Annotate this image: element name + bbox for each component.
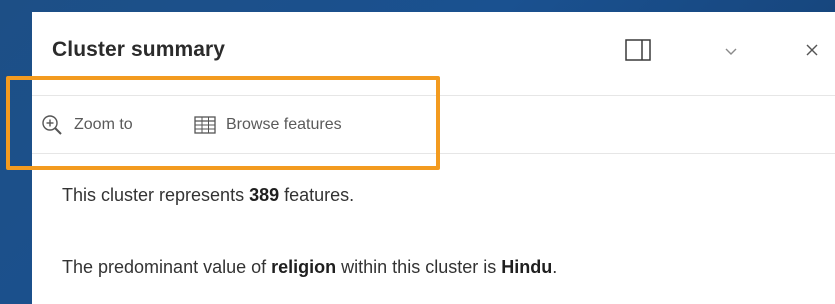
feature-count: 389 — [249, 185, 280, 205]
zoom-to-label: Zoom to — [74, 116, 133, 133]
predominant-suffix: . — [552, 257, 558, 277]
predominant-value-text: The predominant value of religion within… — [62, 257, 557, 278]
popup-actions-bar: Zoom to Browse features — [32, 96, 835, 154]
cluster-count-prefix: This cluster represents — [62, 185, 250, 205]
cluster-count-suffix: features. — [279, 185, 355, 205]
cluster-popup-panel: Cluster summary Zoom to Browse features … — [32, 12, 835, 304]
dock-icon — [625, 38, 651, 66]
zoom-in-icon — [40, 113, 64, 137]
predominant-middle: within this cluster is — [336, 257, 502, 277]
predominant-prefix: The predominant value of — [62, 257, 272, 277]
chevron-down-icon — [724, 43, 738, 61]
close-button[interactable] — [794, 34, 830, 70]
field-name: religion — [271, 257, 337, 277]
predominant-value: Hindu — [501, 257, 553, 277]
table-icon — [194, 115, 216, 135]
close-icon — [805, 43, 819, 62]
cluster-count-text: This cluster represents 389 features. — [62, 185, 354, 206]
collapse-button[interactable] — [713, 34, 749, 70]
popup-header: Cluster summary — [32, 12, 835, 96]
zoom-to-button[interactable]: Zoom to — [40, 112, 133, 138]
browse-features-button[interactable]: Browse features — [194, 112, 342, 138]
dock-button[interactable] — [620, 34, 656, 70]
browse-features-label: Browse features — [226, 116, 342, 133]
popup-title: Cluster summary — [52, 38, 226, 61]
